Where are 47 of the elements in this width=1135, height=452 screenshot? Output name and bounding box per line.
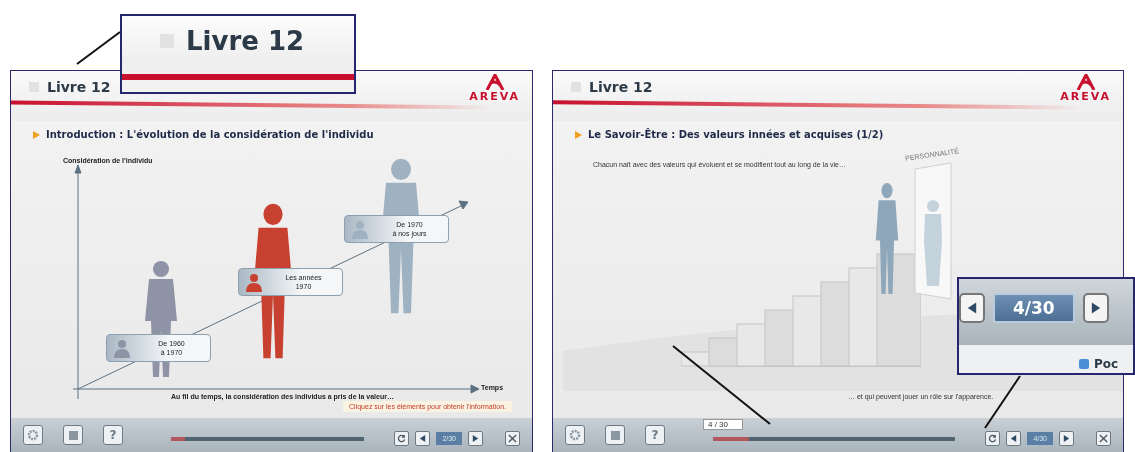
notebook-button[interactable] (63, 425, 83, 445)
course-title: Livre 12 (186, 26, 305, 56)
close-button[interactable] (505, 430, 520, 446)
app-icon (1079, 359, 1089, 369)
replay-icon (988, 433, 998, 443)
previous-button[interactable] (1006, 430, 1022, 446)
bullet-icon (33, 130, 40, 139)
progress-tooltip: 4 / 30 (703, 419, 743, 430)
replay-button[interactable] (394, 430, 410, 446)
gear-icon (27, 429, 39, 441)
logo-icon (1075, 74, 1096, 90)
notebook-icon (609, 429, 621, 441)
logo-icon (484, 74, 505, 90)
settings-button[interactable] (23, 425, 43, 445)
person-icon (111, 337, 133, 359)
previous-icon (418, 433, 428, 443)
page-counter: 4/30 (993, 293, 1075, 323)
next-button[interactable] (1059, 430, 1074, 446)
course-title: Livre 12 (589, 79, 653, 95)
close-icon (508, 433, 517, 443)
gear-icon (569, 429, 581, 441)
settings-button[interactable] (565, 425, 585, 445)
taskbar-text: Poc (1094, 357, 1119, 371)
close-button[interactable] (1096, 430, 1111, 446)
bullet-icon (575, 130, 582, 139)
previous-button[interactable] (959, 293, 985, 323)
help-button[interactable]: ? (103, 425, 123, 445)
slide-heading: Introduction : L'évolution de la considération de l'individu (46, 129, 374, 140)
replay-icon (397, 433, 407, 443)
help-button[interactable]: ? (645, 425, 665, 445)
previous-icon (1009, 433, 1019, 443)
leader-line (76, 31, 121, 65)
notebook-button[interactable] (605, 425, 625, 445)
logo-text: AREVA (1060, 90, 1111, 103)
next-button[interactable] (1082, 293, 1109, 323)
previous-button[interactable] (415, 430, 431, 446)
person-icon (243, 271, 265, 293)
slide-heading: Le Savoir-Être : Des valeurs innées et acquises (1/2) (588, 129, 884, 140)
next-icon (1062, 433, 1071, 443)
logo-text: AREVA (469, 90, 520, 103)
next-button[interactable] (468, 430, 483, 446)
replay-button[interactable] (985, 430, 1001, 446)
notebook-icon (67, 429, 79, 441)
next-icon (471, 433, 480, 443)
close-icon (1099, 433, 1108, 443)
person-icon (349, 218, 371, 240)
course-title: Livre 12 (47, 79, 111, 95)
